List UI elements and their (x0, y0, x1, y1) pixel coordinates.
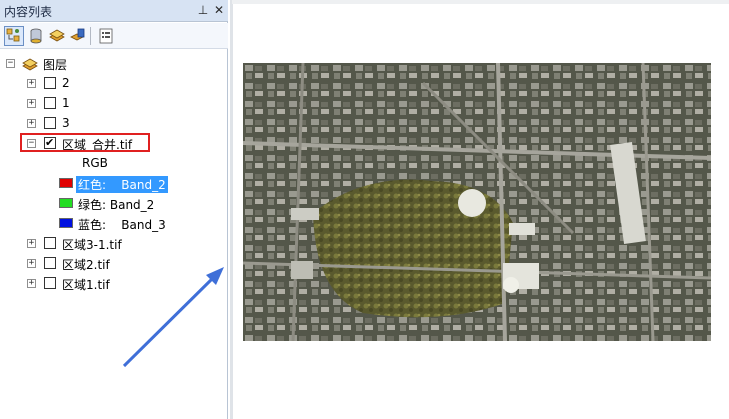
layer-label: 区域1.tif (62, 278, 110, 292)
band-label: 绿色: Band_2 (78, 198, 155, 212)
layer-label: 区域3-1.tif (62, 238, 122, 252)
layer-visibility-checkbox[interactable] (44, 237, 56, 249)
options-button[interactable] (96, 26, 116, 46)
tree-root-label: 图层 (43, 58, 68, 72)
list-by-source-icon (30, 28, 42, 44)
list-by-source-button[interactable] (26, 26, 46, 46)
panel-title: 内容列表 (4, 5, 53, 19)
rgb-label: RGB (82, 156, 108, 170)
close-icon[interactable]: ✕ (212, 3, 226, 17)
layers-icon (22, 58, 38, 71)
layer-visibility-checkbox[interactable] (44, 277, 56, 289)
toc-toolbar (0, 23, 228, 49)
collapse-icon[interactable]: − (6, 59, 15, 68)
expand-icon[interactable]: + (27, 259, 36, 268)
list-by-selection-icon (70, 28, 85, 41)
expand-icon[interactable]: + (27, 279, 36, 288)
map-view-top-border (232, 0, 729, 4)
list-by-visibility-button[interactable] (47, 26, 67, 46)
layer-label: 2 (62, 76, 70, 90)
band-row-red[interactable]: 红色: Band_2 (0, 174, 226, 194)
list-by-drawing-order-icon (6, 28, 20, 42)
layer-visibility-checkbox[interactable] (44, 77, 56, 89)
blue-swatch (59, 218, 73, 228)
pin-icon[interactable]: ⊥ (196, 3, 210, 17)
expand-icon[interactable]: + (27, 79, 36, 88)
rgb-legend-heading: RGB (0, 154, 226, 174)
splitter[interactable] (230, 0, 233, 419)
list-by-selection-button[interactable] (68, 26, 88, 46)
layer-visibility-checkbox[interactable] (44, 257, 56, 269)
layer-label: 1 (62, 96, 70, 110)
layer-visibility-checkbox[interactable] (44, 117, 56, 129)
layer-row[interactable]: + 区域3-1.tif (0, 234, 226, 254)
layer-row[interactable]: + 区域2.tif (0, 254, 226, 274)
annotation-highlight-box (20, 133, 150, 152)
layer-row[interactable]: + 3 (0, 114, 226, 134)
red-swatch (59, 178, 73, 188)
satellite-image-display[interactable] (243, 63, 711, 341)
expand-icon[interactable]: + (27, 119, 36, 128)
band-label: 蓝色: Band_3 (78, 218, 166, 232)
panel-titlebar: 内容列表 ⊥ ✕ (0, 0, 228, 22)
band-label: 红色: Band_2 (76, 176, 168, 193)
green-swatch (59, 198, 73, 208)
list-by-visibility-icon (49, 29, 65, 42)
band-row-green[interactable]: 绿色: Band_2 (0, 194, 226, 214)
layer-visibility-checkbox[interactable] (44, 97, 56, 109)
layer-row[interactable]: + 区域1.tif (0, 274, 226, 294)
expand-icon[interactable]: + (27, 99, 36, 108)
options-icon (99, 28, 113, 44)
layer-label: 区域2.tif (62, 258, 110, 272)
layer-row[interactable]: + 1 (0, 94, 226, 114)
band-row-blue[interactable]: 蓝色: Band_3 (0, 214, 226, 234)
tree-root-layers[interactable]: − 图层 (0, 54, 226, 74)
list-by-drawing-order-button[interactable] (4, 26, 24, 46)
table-of-contents-panel: 内容列表 ⊥ ✕ − 图层 + 2 + 1 + 3 − ✔ 区域_合并.tif … (0, 0, 228, 419)
toolbar-separator (90, 27, 91, 45)
layer-row[interactable]: + 2 (0, 74, 226, 94)
layer-label: 3 (62, 116, 70, 130)
expand-icon[interactable]: + (27, 239, 36, 248)
satellite-image-icon (243, 63, 711, 341)
